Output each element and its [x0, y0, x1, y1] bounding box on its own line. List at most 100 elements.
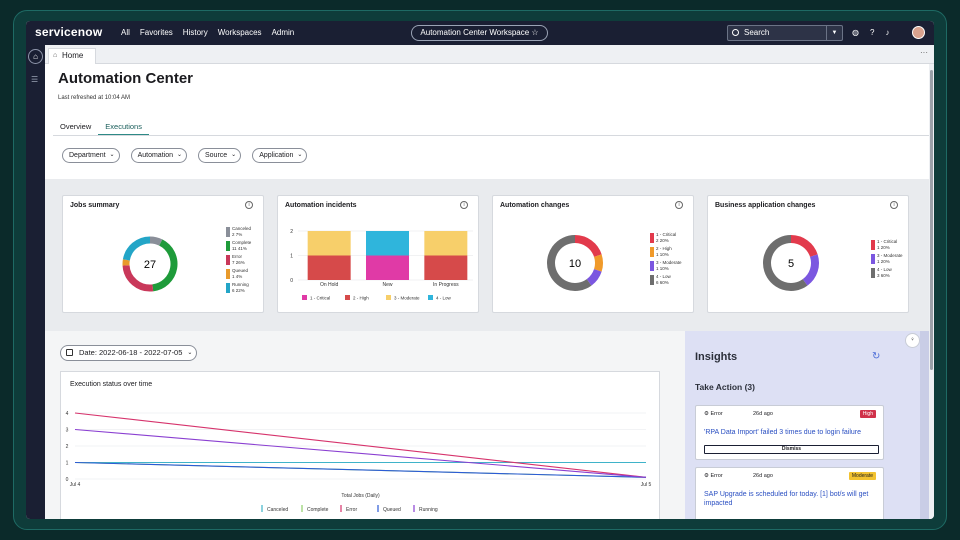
insight-card-2[interactable]: ⚙ Error 26d ago Moderate SAP Upgrade is …: [695, 467, 884, 519]
chevron-down-icon: ⌄: [187, 350, 193, 356]
insight-message[interactable]: SAP Upgrade is scheduled for today. [1] …: [704, 490, 880, 508]
legend-label: 2 - High: [353, 296, 369, 301]
insight-card-1[interactable]: ⚙ Error 26d ago High 'RPA Data Import' f…: [695, 405, 884, 460]
legend-entry: Complete 11 41%: [226, 240, 251, 254]
legend-swatch: [650, 261, 654, 271]
legend-value: 2 7%: [232, 231, 243, 237]
x-tick-label: Jul 5: [641, 482, 652, 488]
legend-swatch: [871, 268, 875, 278]
donut-slice: [790, 235, 818, 258]
legend-swatch: [226, 227, 230, 237]
nav-history[interactable]: History: [183, 28, 208, 37]
legend-label: 1 - Critical: [656, 232, 677, 237]
search-placeholder: Search: [744, 28, 770, 37]
date-range-label: Date: 2022-06-18 - 2022-07-05: [79, 348, 183, 357]
list-icon[interactable]: ☰: [31, 75, 38, 84]
legend-entry: 4 - Low 6 60%: [650, 274, 682, 288]
legend-entry: 1 - Critical 1 20%: [871, 239, 903, 253]
jobs-summary-card[interactable]: Jobs summary i 27 Canceled 2 7% Complete 11…: [62, 195, 264, 313]
insight-message[interactable]: 'RPA Data Import' failed 3 times due to …: [704, 428, 880, 437]
legend-value: 1 10%: [656, 251, 669, 257]
legend-value: 1 10%: [656, 265, 669, 271]
automation-changes-card[interactable]: Automation changes i 10 1 - Critical 2 20…: [492, 195, 694, 313]
priority-badge: High: [859, 410, 876, 418]
tab-overview[interactable]: Overview: [53, 122, 98, 136]
search-icon: [732, 29, 739, 36]
servicenow-logo[interactable]: servicenow: [35, 25, 102, 39]
filter-source[interactable]: Source ⌄: [198, 148, 242, 163]
nav-workspaces[interactable]: Workspaces: [218, 28, 262, 37]
legend-entry: 4 - Low 3 60%: [871, 267, 903, 281]
scrollbar-thumb[interactable]: [930, 70, 933, 370]
refresh-icon[interactable]: ↻: [872, 351, 880, 362]
more-tabs-button[interactable]: ···: [920, 48, 928, 57]
dismiss-button[interactable]: Dismiss: [704, 445, 879, 454]
nav-admin[interactable]: Admin: [272, 28, 295, 37]
globe-icon[interactable]: ◍: [852, 28, 859, 37]
y-tick-label: 1: [290, 254, 293, 260]
tab-home-label: Home: [62, 51, 84, 60]
avatar[interactable]: [912, 26, 925, 39]
legend-label: Complete: [307, 507, 329, 513]
legend-entry: 3 - Moderate 1 20%: [871, 253, 903, 267]
bell-icon[interactable]: ♪: [885, 28, 889, 37]
series-line: [74, 412, 647, 478]
execution-status-card[interactable]: Execution status over time 0 1 2 3 4 Jul 4 Jul…: [60, 371, 660, 519]
legend-swatch: [428, 295, 433, 300]
lightbulb-icon[interactable]: ♀: [905, 333, 920, 348]
legend-swatch: [345, 295, 350, 300]
top-icons: ◍ ? ♪: [852, 28, 889, 37]
tab-executions[interactable]: Executions: [98, 122, 149, 136]
app-window: servicenow All Favorites History Workspa…: [26, 21, 934, 519]
tab-divider: [53, 135, 930, 136]
tab-strip: ⌂ Home ···: [45, 45, 934, 64]
summary-cards-area: Jobs summary i 27 Canceled 2 7% Complete 11…: [45, 179, 930, 331]
date-range-filter[interactable]: Date: 2022-06-18 - 2022-07-05 ⌄: [60, 345, 198, 361]
legend-label: 3 - Moderate: [877, 253, 903, 258]
donut-slice: [763, 235, 808, 291]
legend-label: 3 - Moderate: [656, 260, 682, 265]
legend-label: 4 - Low: [436, 296, 452, 301]
nav-all[interactable]: All: [121, 28, 130, 37]
legend-label: Error: [232, 254, 242, 259]
changes-legend: 1 - Critical 2 20% 2 - High 1 10% 3 - Modera…: [650, 232, 682, 288]
bar-segment: [424, 231, 468, 256]
x-tick-label: In Progress: [433, 282, 459, 288]
automation-incidents-card[interactable]: Automation incidents i 0 1 2 On Hold New In P…: [277, 195, 479, 313]
legend-swatch: [871, 240, 875, 250]
chevron-down-icon: ⌄: [231, 152, 237, 158]
bar-segment: [307, 255, 351, 280]
donut-slice: [586, 268, 602, 286]
executions-panel: Date: 2022-06-18 - 2022-07-05 ⌄ Executio…: [45, 331, 685, 519]
search-scope-dropdown[interactable]: ▼: [826, 26, 842, 40]
y-tick-label: 2: [290, 229, 293, 235]
nav-favorites[interactable]: Favorites: [140, 28, 173, 37]
main-content: Automation Center Last refreshed at 10:0…: [45, 64, 930, 519]
filter-department[interactable]: Department ⌄: [62, 148, 120, 163]
search-input[interactable]: Search ▼: [727, 25, 843, 41]
business-app-changes-card[interactable]: Business application changes i 5 1 - Cri…: [707, 195, 909, 313]
tab-home[interactable]: ⌂ Home: [48, 48, 96, 64]
workspace-title-pill[interactable]: Automation Center Workspace ☆: [411, 25, 548, 41]
legend-swatch: [302, 295, 307, 300]
legend-label: 4 - Low: [877, 267, 892, 272]
help-icon[interactable]: ?: [870, 28, 874, 37]
filter-automation[interactable]: Automation ⌄: [130, 148, 187, 163]
time-ago: 26d ago: [753, 411, 773, 417]
legend-value: 11 41%: [232, 245, 247, 251]
chevron-down-icon: ⌄: [297, 152, 303, 158]
bar-segment: [424, 255, 468, 280]
donut-slice: [593, 254, 603, 272]
legend-label: Complete: [232, 240, 252, 245]
y-tick-label: 0: [290, 278, 293, 284]
filter-application[interactable]: Application ⌄: [252, 148, 308, 163]
filter-department-label: Department: [69, 152, 106, 159]
filter-source-label: Source: [205, 152, 228, 159]
home-icon[interactable]: ⌂: [28, 49, 43, 64]
legend-label: Queued: [383, 507, 401, 513]
legend-swatch: [226, 241, 230, 251]
page-scrollbar[interactable]: [929, 64, 934, 519]
legend-swatch: [386, 295, 391, 300]
legend-swatch: [650, 275, 654, 285]
x-tick-label: Jul 4: [70, 482, 81, 488]
